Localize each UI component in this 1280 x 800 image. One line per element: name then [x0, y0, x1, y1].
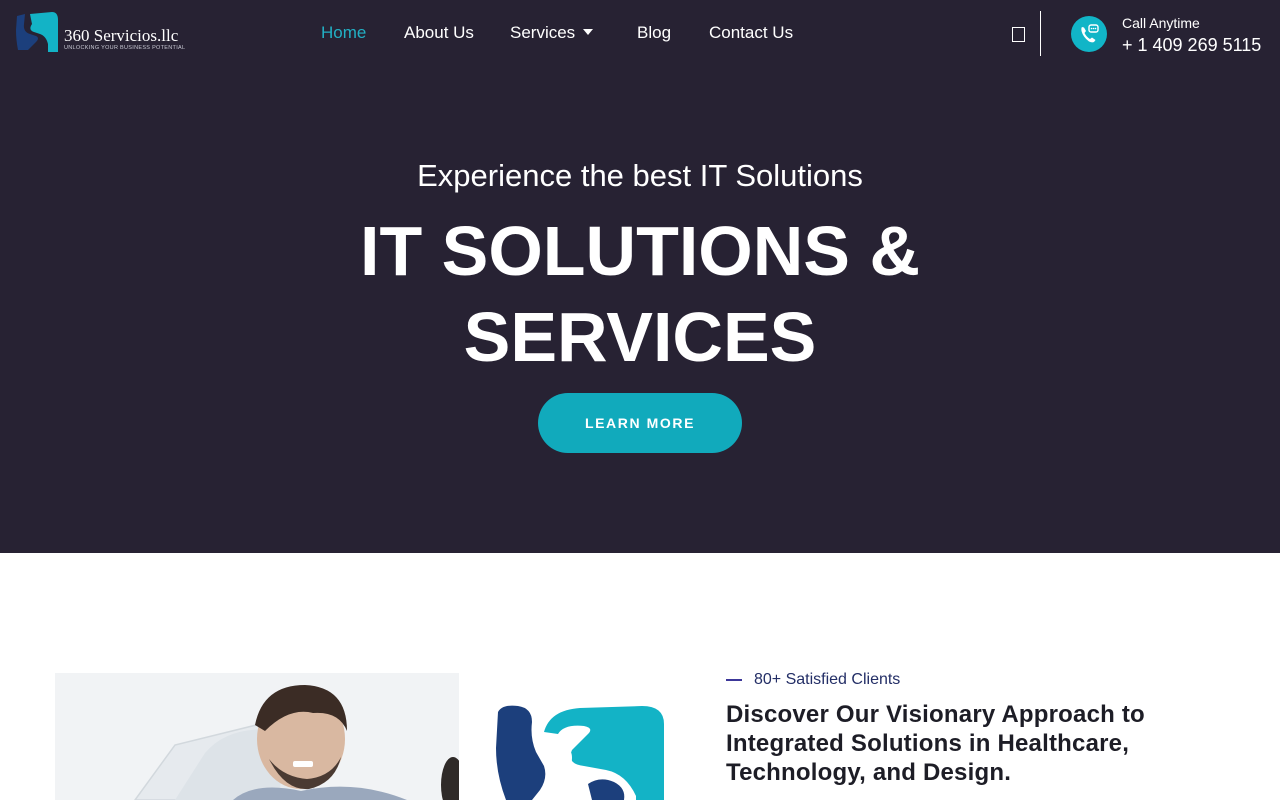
logo-mark-icon: [16, 12, 58, 52]
call-label: Call Anytime: [1122, 15, 1200, 31]
eyebrow-line: [726, 679, 742, 681]
logo-text: 360 Servicios.llc: [64, 26, 179, 45]
eyebrow-text: 80+ Satisfied Clients: [754, 671, 901, 688]
about-heading: Discover Our Visionary Approach to Integ…: [726, 701, 1145, 786]
logo-tagline: UNLOCKING YOUR BUSINESS POTENTIAL: [64, 45, 186, 51]
site-logo[interactable]: 360 Servicios.llc UNLOCKING YOUR BUSINES…: [14, 10, 204, 56]
chevron-down-icon: [583, 29, 594, 35]
nav-item-services-label: Services: [510, 23, 576, 42]
nav-item-contact-us[interactable]: Contact Us: [709, 23, 793, 43]
nav-item-about-us[interactable]: About Us: [404, 23, 474, 43]
team-photo: [55, 673, 459, 800]
search-icon[interactable]: [1012, 27, 1025, 42]
nav-item-home[interactable]: Home: [321, 23, 366, 43]
header-divider: [1040, 11, 1041, 56]
nav-item-services[interactable]: Services: [510, 23, 594, 43]
phone-chat-icon[interactable]: [1071, 16, 1107, 52]
hero-subtitle: Experience the best IT Solutions: [417, 158, 863, 193]
call-number[interactable]: + 1 409 269 5115: [1122, 35, 1261, 56]
nav-item-blog[interactable]: Blog: [637, 23, 671, 43]
hero-title: IT SOLUTIONS & SERVICES: [360, 212, 920, 376]
learn-more-button[interactable]: LEARN MORE: [538, 393, 742, 453]
eyebrow: 80+ Satisfied Clients: [726, 671, 900, 689]
brand-logo-icon: [496, 705, 664, 800]
